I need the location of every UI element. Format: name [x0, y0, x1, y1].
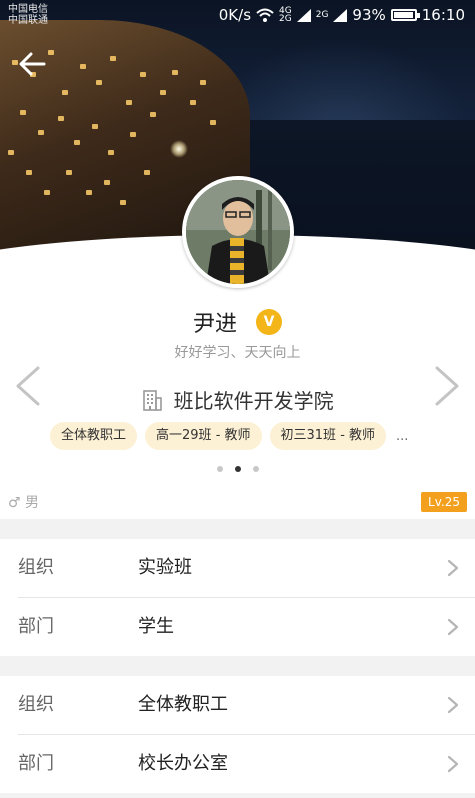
carousel-pager: [0, 466, 475, 472]
town-light: [48, 50, 54, 55]
row-value: 实验班: [138, 557, 192, 578]
town-light: [96, 80, 102, 85]
signal-icon: [296, 8, 311, 22]
user-motto: 好好学习、天天向上: [174, 345, 301, 361]
info-row-department[interactable]: 部门 学生: [0, 598, 475, 656]
tags-more-indicator: ...: [396, 428, 409, 444]
town-light: [66, 170, 72, 175]
network-type-1: 4G 2G: [279, 6, 292, 24]
school-name: 班比软件开发学院: [173, 389, 334, 413]
town-light: [38, 130, 44, 135]
town-light: [200, 80, 206, 85]
town-light: [20, 110, 26, 115]
signal-icon-2: [333, 8, 348, 22]
wifi-icon: [256, 8, 274, 22]
section-separator: [0, 656, 475, 676]
carrier-2: 中国联通: [8, 15, 48, 26]
town-light: [92, 124, 98, 129]
pager-dot-active: [234, 466, 241, 472]
row-label: 组织: [18, 557, 54, 578]
user-name: 尹进: [192, 312, 237, 337]
level-badge: Lv.25: [421, 492, 467, 512]
chevron-right-icon: [447, 618, 459, 636]
verified-badge: V: [256, 309, 282, 335]
status-bar: 中国电信 中国联通 0K/s 4G 2G 2G 93% 16:10: [0, 0, 475, 30]
gender-info: ♂ 男: [8, 492, 39, 512]
town-light: [172, 70, 178, 75]
town-light: [120, 200, 126, 205]
gender-label: 男: [25, 495, 40, 511]
section-separator: [0, 519, 475, 539]
town-light: [74, 140, 80, 145]
school-row: 班比软件开发学院: [0, 385, 475, 414]
row-label: 部门: [18, 753, 54, 774]
role-tag: 初三31班 - 教师: [269, 422, 387, 450]
chevron-right-icon: [447, 559, 459, 577]
town-light: [130, 132, 136, 137]
town-light: [26, 170, 32, 175]
network-type-2: 2G: [315, 10, 329, 20]
chevron-right-icon: [447, 755, 459, 773]
network-speed: 0K/s: [218, 6, 252, 24]
carrier-labels: 中国电信 中国联通: [8, 4, 48, 26]
role-tags: 全体教职工 高一29班 - 教师 初三31班 - 教师 ...: [50, 422, 408, 450]
town-light: [8, 150, 14, 155]
town-light: [140, 72, 146, 77]
pager-dot: [252, 466, 259, 472]
town-light: [86, 190, 92, 195]
town-light: [80, 64, 86, 69]
bottom-separator: [0, 793, 475, 798]
avatar-photo: [186, 180, 290, 284]
town-light: [190, 100, 196, 105]
pager-dot: [216, 466, 223, 472]
back-button[interactable]: [16, 48, 48, 80]
info-row-organization[interactable]: 组织 实验班: [0, 539, 475, 597]
battery-icon: [390, 9, 420, 21]
town-light: [104, 180, 110, 185]
info-row-organization[interactable]: 组织 全体教职工: [0, 676, 475, 734]
building-icon: [143, 389, 163, 411]
carrier-1: 中国电信: [8, 4, 48, 15]
arrow-left-icon: [19, 52, 46, 76]
town-light: [210, 120, 216, 125]
info-row-department[interactable]: 部门 校长办公室: [0, 735, 475, 793]
role-tag: 全体教职工: [50, 422, 138, 450]
row-value: 学生: [138, 616, 174, 637]
user-name-row: 尹进 V: [0, 306, 475, 338]
town-light: [44, 190, 50, 195]
male-icon: ♂: [8, 495, 21, 511]
town-light: [160, 90, 166, 95]
row-label: 组织: [18, 694, 54, 715]
row-value: 校长办公室: [138, 753, 228, 774]
town-light: [126, 100, 132, 105]
town-light: [108, 150, 114, 155]
town-light: [150, 112, 156, 117]
row-label: 部门: [18, 616, 54, 637]
clock: 16:10: [421, 6, 465, 24]
town-light: [110, 56, 116, 61]
battery-percent: 93%: [352, 6, 386, 24]
avatar[interactable]: [182, 176, 294, 288]
town-light: [144, 170, 150, 175]
chevron-right-icon: [447, 696, 459, 714]
town-light: [58, 116, 64, 121]
role-tag: 高一29班 - 教师: [145, 422, 262, 450]
row-value: 全体教职工: [138, 694, 228, 715]
town-light: [62, 90, 68, 95]
